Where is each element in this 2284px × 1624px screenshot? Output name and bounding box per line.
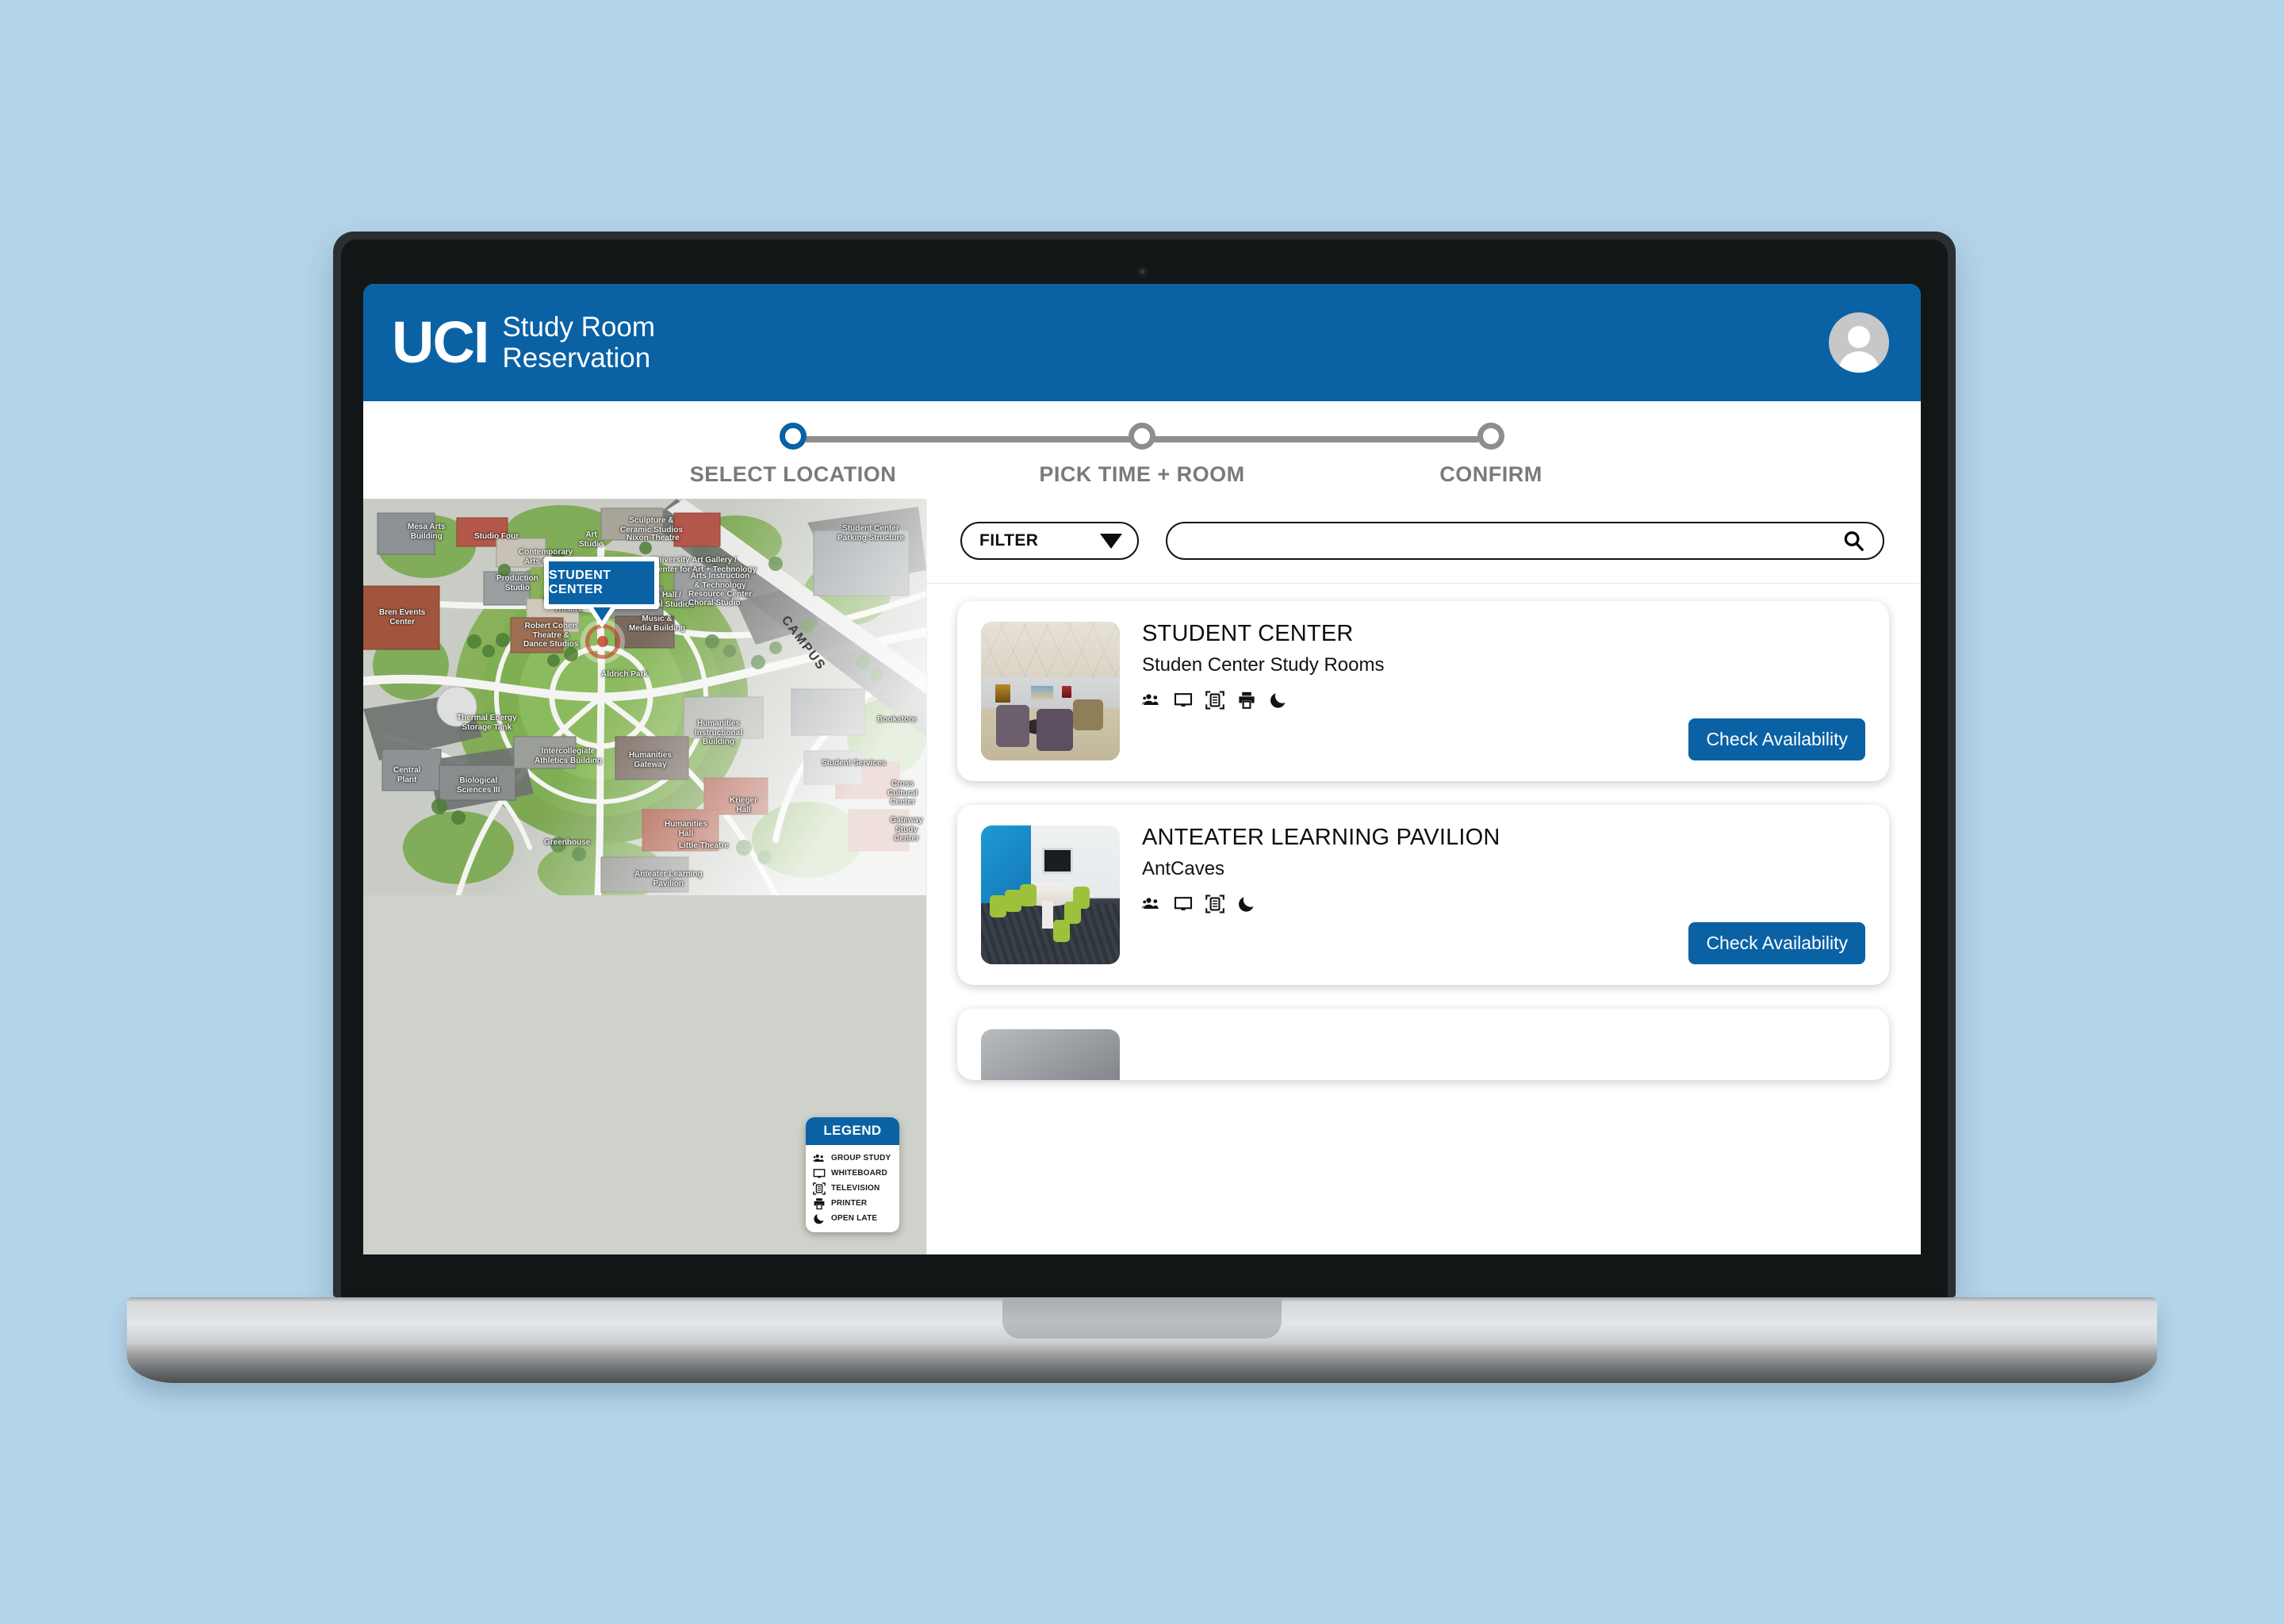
avatar-head	[1848, 326, 1870, 348]
brand: UCI Study Room Reservation	[392, 312, 655, 373]
legend-list: GROUP STUDY WHITEBOARD TELEVISION PRINTER OP…	[806, 1145, 899, 1232]
webcam-icon	[1136, 266, 1148, 278]
legend-item: PRINTER	[813, 1196, 899, 1211]
main-content: CAMPUS Mesa Arts Building Studio Four Cont…	[363, 499, 1921, 1254]
marker-pointer-icon	[587, 607, 616, 628]
avatar-body	[1838, 351, 1880, 373]
amenity-icons	[1142, 894, 1865, 914]
laptop-base-notch	[1002, 1297, 1282, 1339]
result-card[interactable]: STUDENT CENTER Studen Center Study Rooms…	[957, 601, 1889, 781]
campus-map[interactable]: CAMPUS Mesa Arts Building Studio Four Cont…	[363, 499, 926, 1254]
result-card[interactable]: ANTEATER LEARNING PAVILION AntCaves Chec…	[957, 805, 1889, 985]
progress-stepper: SELECT LOCATION PICK TIME + ROOM CONFIRM	[363, 401, 1921, 499]
whiteboard-icon	[1174, 691, 1193, 710]
check-availability-button[interactable]: Check Availability	[1688, 718, 1865, 760]
legend-item-label: WHITEBOARD	[831, 1169, 887, 1178]
result-thumbnail	[981, 825, 1120, 964]
application-screen: UCI Study Room Reservation SELECT LOCATI…	[363, 284, 1921, 1254]
search-bar[interactable]	[1166, 522, 1884, 560]
printer-icon	[813, 1197, 826, 1210]
results-pane: FILTER STUDENT CENTER Studen Center Stud…	[926, 499, 1921, 1254]
open-late-icon	[813, 1212, 826, 1225]
result-title: ANTEATER LEARNING PAVILION	[1142, 825, 1500, 850]
legend-title: LEGEND	[806, 1117, 899, 1145]
legend-item-label: OPEN LATE	[831, 1214, 878, 1223]
result-subtitle: Studen Center Study Rooms	[1142, 654, 1385, 676]
step-dot-icon	[1129, 423, 1155, 450]
search-icon[interactable]	[1841, 529, 1865, 553]
printer-icon	[1237, 691, 1256, 710]
result-card[interactable]	[957, 1009, 1889, 1080]
filter-dropdown[interactable]: FILTER	[960, 522, 1139, 560]
legend-item-label: GROUP STUDY	[831, 1154, 891, 1162]
map-location-target-icon	[585, 624, 620, 659]
legend-item-label: PRINTER	[831, 1199, 868, 1208]
television-icon	[1205, 894, 1224, 914]
filter-label: FILTER	[979, 531, 1039, 550]
controls-bar: FILTER	[927, 499, 1921, 584]
check-availability-button[interactable]: Check Availability	[1688, 922, 1865, 964]
group-study-icon	[813, 1152, 826, 1165]
step-dot-icon	[1477, 423, 1504, 450]
amenity-icons	[1142, 691, 1865, 710]
legend-item: OPEN LATE	[813, 1211, 899, 1226]
result-title: STUDENT CENTER	[1142, 621, 1354, 646]
result-thumbnail	[981, 622, 1120, 760]
legend-item: TELEVISION	[813, 1181, 899, 1196]
marker-label: STUDENT CENTER	[549, 569, 611, 596]
result-thumbnail	[981, 1029, 1120, 1080]
step-dot-icon	[780, 423, 807, 450]
legend-item: WHITEBOARD	[813, 1166, 899, 1181]
stepper-label: PICK TIME + ROOM	[1039, 462, 1245, 486]
marker-bubble: STUDENT CENTER	[544, 557, 659, 609]
uci-logo: UCI	[392, 309, 489, 376]
open-late-icon	[1269, 691, 1288, 710]
result-subtitle: AntCaves	[1142, 858, 1225, 880]
app-header: UCI Study Room Reservation	[363, 284, 1921, 401]
user-avatar[interactable]	[1829, 312, 1889, 373]
chevron-down-icon	[1100, 533, 1122, 549]
legend-item-label: TELEVISION	[831, 1184, 880, 1193]
map-marker-student-center[interactable]: STUDENT CENTER	[544, 557, 659, 628]
screenshot-stage: UCI Study Room Reservation SELECT LOCATI…	[0, 0, 2284, 1624]
results-list[interactable]: STUDENT CENTER Studen Center Study Rooms…	[927, 584, 1921, 1254]
television-icon	[813, 1182, 826, 1195]
open-late-icon	[1237, 894, 1256, 914]
whiteboard-icon	[813, 1167, 826, 1180]
stepper-label: SELECT LOCATION	[689, 462, 897, 486]
legend-item: GROUP STUDY	[813, 1151, 899, 1166]
group-study-icon	[1142, 691, 1161, 710]
group-study-icon	[1142, 894, 1161, 914]
whiteboard-icon	[1174, 894, 1193, 914]
app-title: Study Room Reservation	[502, 311, 656, 373]
map-legend: LEGEND GROUP STUDY WHITEBOARD TELEVISION PR…	[806, 1117, 899, 1232]
search-input[interactable]	[1186, 531, 1841, 550]
television-icon	[1205, 691, 1224, 710]
stepper-label: CONFIRM	[1439, 462, 1542, 486]
